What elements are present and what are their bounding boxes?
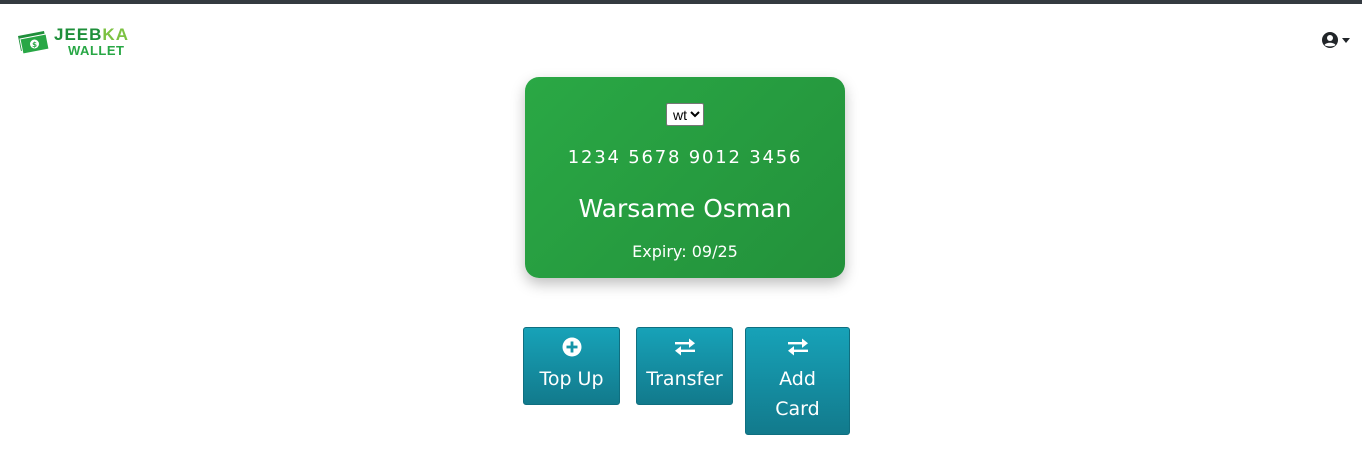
svg-text:$: $ <box>32 41 37 49</box>
exchange-icon <box>674 338 695 356</box>
card-expiry: Expiry: 09/25 <box>632 242 738 261</box>
card-select[interactable]: wt <box>666 103 704 126</box>
transfer-label: Transfer <box>646 368 723 390</box>
add-card-label: Add Card <box>775 368 820 420</box>
top-bar <box>0 0 1362 4</box>
plus-circle-icon <box>562 337 581 357</box>
top-up-button[interactable]: Top Up <box>523 327 620 405</box>
brand-logo[interactable]: $ JEEBKA WALLET <box>16 26 129 57</box>
exchange-icon <box>787 338 808 356</box>
brand-name: JEEBKA WALLET <box>54 26 129 57</box>
money-bill-icon: $ <box>18 30 50 55</box>
brand-title: JEEBKA <box>54 25 129 44</box>
wallet-card: wt 1234 5678 9012 3456 Warsame Osman Exp… <box>525 77 845 278</box>
brand-subtitle: WALLET <box>68 43 125 58</box>
caret-down-icon <box>1342 37 1350 43</box>
card-holder-name: Warsame Osman <box>578 194 792 223</box>
top-up-label: Top Up <box>539 368 604 390</box>
user-menu-toggle[interactable] <box>1321 31 1350 49</box>
add-card-button[interactable]: Add Card <box>745 327 850 435</box>
transfer-button[interactable]: Transfer <box>636 327 733 405</box>
user-circle-icon <box>1322 32 1338 48</box>
card-number: 1234 5678 9012 3456 <box>567 147 803 168</box>
